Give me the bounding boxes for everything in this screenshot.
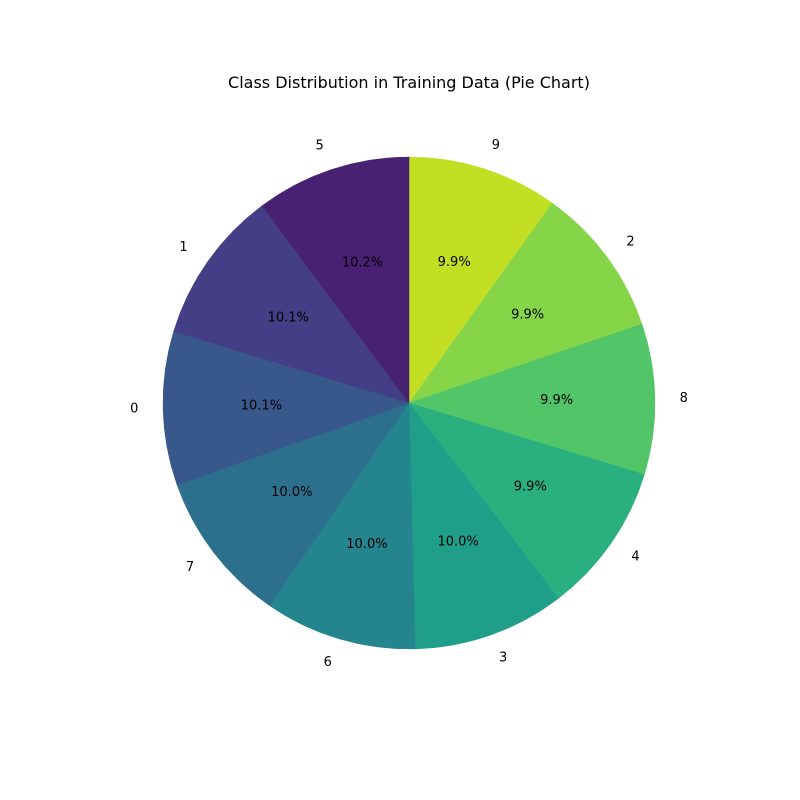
chart-title: Class Distribution in Training Data (Pie… bbox=[228, 73, 590, 92]
slice-label-7: 7 bbox=[186, 560, 194, 575]
slice-pct-3: 10.0% bbox=[437, 535, 478, 550]
pie-chart: Class Distribution in Training Data (Pie… bbox=[0, 0, 800, 800]
slice-label-1: 1 bbox=[179, 240, 187, 255]
slices-layer bbox=[162, 156, 656, 650]
slice-label-8: 8 bbox=[680, 391, 688, 406]
slice-label-6: 6 bbox=[324, 655, 332, 670]
slice-pct-1: 10.1% bbox=[268, 311, 309, 326]
slice-pct-0: 10.1% bbox=[241, 399, 282, 414]
slice-pct-6: 10.0% bbox=[346, 537, 387, 552]
slice-label-9: 9 bbox=[492, 138, 500, 153]
slice-pct-7: 10.0% bbox=[271, 485, 312, 500]
slice-pct-4: 9.9% bbox=[514, 480, 547, 495]
pie-chart-svg: Class Distribution in Training Data (Pie… bbox=[130, 73, 688, 670]
slice-label-3: 3 bbox=[499, 651, 507, 666]
slice-label-4: 4 bbox=[631, 550, 639, 565]
slice-label-2: 2 bbox=[626, 234, 634, 249]
slice-label-5: 5 bbox=[315, 139, 323, 154]
slice-pct-5: 10.2% bbox=[342, 255, 383, 270]
slice-pct-2: 9.9% bbox=[511, 308, 544, 323]
slice-pct-9: 9.9% bbox=[438, 255, 471, 270]
slice-label-0: 0 bbox=[130, 401, 138, 416]
slice-pct-8: 9.9% bbox=[540, 393, 573, 408]
